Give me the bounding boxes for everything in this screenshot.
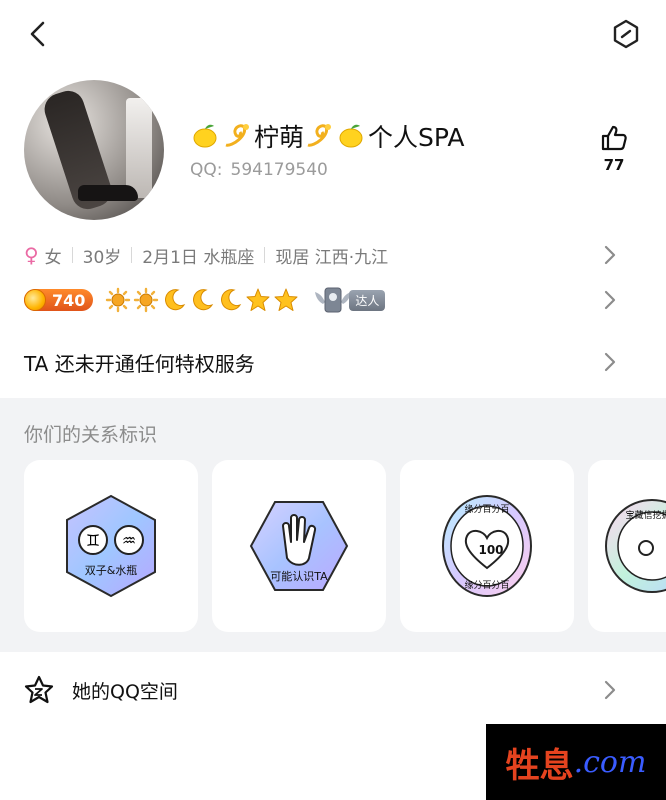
- lemon-icon: [339, 124, 363, 148]
- card-top-text: 缘分百分百: [464, 503, 509, 515]
- card-bottom-text: 缘分百分百: [464, 579, 509, 591]
- zodiac-badge-icon: ♊ ♒ 双子&水瓶: [66, 494, 156, 598]
- treasure-badge-icon: 宝藏信挖掘: [605, 499, 666, 593]
- relationship-card[interactable]: 可能认识TA: [212, 460, 386, 632]
- qq-number-line: QQ: 594179540: [190, 160, 328, 180]
- wave-hand-badge-icon: 可能认识TA: [249, 501, 349, 591]
- profile-name-suffix: 个人SPA: [368, 123, 465, 152]
- star-outline-icon: [24, 675, 54, 704]
- basic-info-row[interactable]: ♀ 女 30岁 2月1日 水瓶座 现居 江西·九江: [24, 240, 644, 270]
- relationship-card[interactable]: 缘分百分百 100 缘分百分百: [400, 460, 574, 632]
- qq-label: QQ:: [190, 160, 223, 180]
- avatar[interactable]: [24, 80, 164, 220]
- winged-badge-icon: [315, 287, 352, 313]
- relationship-card[interactable]: 宝藏信挖掘: [588, 460, 666, 632]
- birthday-text: 2月1日 水瓶座: [142, 247, 255, 268]
- relationship-section: 你们的关系标识 ♊ ♒ 双子&水瓶 可能认识TA 缘分百分百 100 缘分百分百…: [0, 398, 666, 652]
- heart-100-badge-icon: 缘分百分百 100 缘分百分百: [442, 495, 532, 597]
- thumbs-up-icon: [601, 125, 627, 151]
- privilege-text: TA 还未开通任何特权服务: [24, 351, 255, 376]
- level-value: 740: [52, 290, 86, 310]
- chevron-right-icon: [604, 245, 616, 265]
- svg-text:♒: ♒: [122, 531, 136, 550]
- star-icon: [274, 288, 298, 311]
- chevron-right-icon: [604, 680, 616, 700]
- level-icons: [105, 287, 299, 313]
- level-row[interactable]: 740 达人: [24, 284, 644, 316]
- chevron-right-icon: [604, 352, 616, 372]
- profile-name: 柠萌: [254, 123, 305, 152]
- watermark: 牲 息 .com: [486, 724, 666, 800]
- chevron-right-icon: [604, 290, 616, 310]
- qq-number[interactable]: 594179540: [231, 160, 328, 180]
- sun-icon: [134, 287, 159, 313]
- privilege-row[interactable]: TA 还未开通任何特权服务: [24, 346, 644, 378]
- expert-label: 达人: [349, 289, 386, 311]
- relationship-card[interactable]: ♊ ♒ 双子&水瓶: [24, 460, 198, 632]
- back-button[interactable]: [22, 16, 52, 52]
- age-text: 30岁: [82, 247, 122, 268]
- card-label: 可能认识TA: [270, 569, 328, 583]
- svg-text:♊: ♊: [86, 531, 100, 550]
- lemon-icon: [193, 124, 217, 148]
- gender-text: 女: [44, 247, 62, 268]
- watermark-left: 牲: [505, 745, 540, 786]
- watermark-right: .com: [573, 744, 647, 780]
- sun-icon: [106, 287, 131, 313]
- moon-icon: [165, 289, 186, 311]
- moon-icon: [193, 289, 214, 311]
- card-badge: 100: [478, 543, 503, 557]
- dizzy-icon: [307, 124, 332, 147]
- star-icon: [246, 288, 270, 311]
- profile-name-row: 柠萌 个人SPA: [190, 116, 464, 156]
- divider: [71, 247, 73, 263]
- card-label: 双子&水瓶: [85, 563, 138, 577]
- dizzy-icon: [225, 124, 249, 147]
- settings-button[interactable]: [608, 16, 644, 52]
- moon-icon: [221, 289, 242, 311]
- qzone-label: 她的QQ空间: [72, 680, 178, 703]
- location-text: 现居 江西·九江: [275, 247, 389, 268]
- level-badge: 740: [24, 289, 94, 311]
- coin-icon: [24, 289, 46, 311]
- like-count: 77: [603, 156, 625, 174]
- like-button[interactable]: 77: [596, 124, 632, 174]
- expert-badge: 达人: [313, 284, 386, 316]
- watermark-mid: 息: [539, 745, 574, 786]
- relationship-title: 你们的关系标识: [24, 424, 158, 446]
- card-label: 宝藏信挖掘: [625, 509, 666, 521]
- qzone-row[interactable]: 她的QQ空间: [24, 668, 644, 712]
- top-bar: [0, 0, 666, 70]
- chevron-left-icon: [30, 21, 45, 47]
- female-icon: ♀: [24, 243, 39, 267]
- divider: [264, 247, 266, 263]
- hexagon-settings-icon: [613, 19, 639, 49]
- divider: [131, 247, 133, 263]
- relationship-cards[interactable]: ♊ ♒ 双子&水瓶 可能认识TA 缘分百分百 100 缘分百分百 宝藏信挖: [24, 460, 666, 632]
